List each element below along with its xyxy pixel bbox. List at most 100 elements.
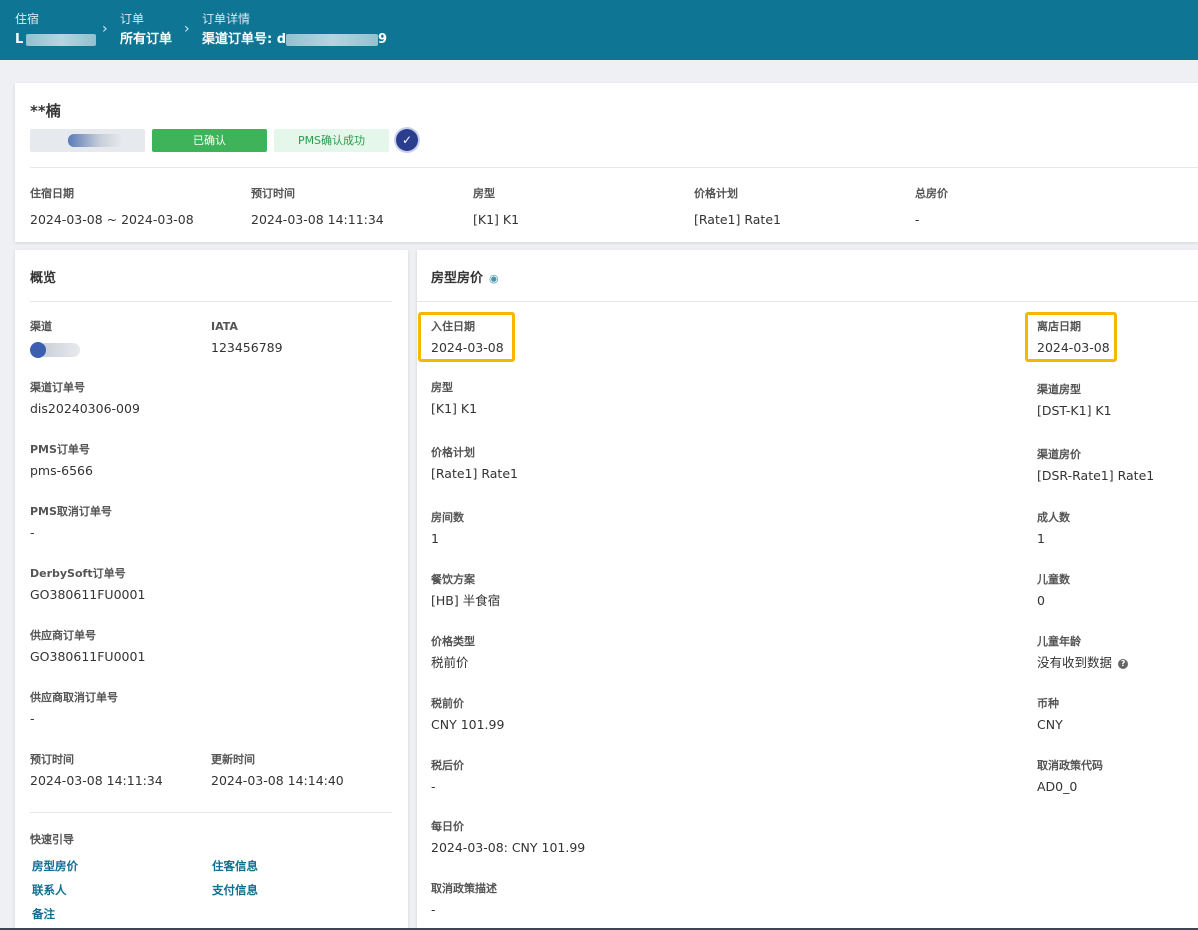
field-label: 币种 bbox=[1037, 697, 1059, 710]
field-label: 房型 bbox=[473, 187, 495, 200]
supplier-cancel-field: 供应商取消订单号 - bbox=[30, 691, 118, 727]
field-value: 2024-03-08 bbox=[1037, 340, 1110, 355]
field-label: 餐饮方案 bbox=[431, 573, 475, 586]
breadcrumb-orders[interactable]: 订单 所有订单 bbox=[120, 12, 172, 48]
field-label: IATA bbox=[211, 320, 238, 333]
pms-status-badge: PMS确认成功 bbox=[274, 129, 389, 152]
quick-link-guest-info[interactable]: 住客信息 bbox=[212, 858, 258, 874]
field-value: pms-6566 bbox=[30, 463, 93, 478]
field-label: 儿童年龄 bbox=[1037, 635, 1081, 648]
meal-plan-field: 餐饮方案 [HB] 半食宿 bbox=[431, 573, 500, 609]
field-label: 税后价 bbox=[431, 759, 464, 772]
field-label: 更新时间 bbox=[211, 753, 255, 766]
field-label: 取消政策代码 bbox=[1037, 759, 1103, 772]
field-label: 供应商订单号 bbox=[30, 629, 96, 642]
currency-field: 币种 CNY bbox=[1037, 697, 1063, 733]
field-value: CNY 101.99 bbox=[431, 717, 505, 732]
chevron-right-icon: › bbox=[184, 21, 190, 37]
field-value: 1 bbox=[431, 531, 439, 546]
breadcrumb-label: 订单详情 bbox=[202, 12, 251, 26]
redacted-text bbox=[26, 33, 97, 46]
field-label: 渠道订单号 bbox=[30, 381, 85, 394]
quick-link-contact[interactable]: 联系人 bbox=[32, 882, 67, 898]
field-value: 123456789 bbox=[211, 340, 283, 355]
after-tax-price-field: 税后价 - bbox=[431, 759, 464, 795]
field-label: 入住日期 bbox=[431, 320, 475, 333]
guest-name: **楠 bbox=[30, 102, 61, 120]
rate-plan-field: 价格计划 [Rate1] Rate1 bbox=[694, 185, 781, 227]
breadcrumb-label: 住宿 bbox=[15, 12, 40, 26]
field-value: - bbox=[915, 212, 920, 227]
field-value: 0 bbox=[1037, 593, 1045, 608]
field-label: 渠道房型 bbox=[1037, 383, 1081, 396]
status-badge-confirmed: 已确认 bbox=[152, 129, 267, 152]
field-label: DerbySoft订单号 bbox=[30, 567, 126, 580]
update-time-field: 更新时间 2024-03-08 14:14:40 bbox=[211, 753, 344, 789]
field-label: 总房价 bbox=[915, 187, 948, 200]
total-price-field: 总房价 - bbox=[915, 185, 948, 227]
field-label: PMS取消订单号 bbox=[30, 505, 112, 518]
redacted-logo bbox=[68, 134, 122, 147]
redacted-text bbox=[286, 33, 379, 46]
channel-logo bbox=[30, 340, 80, 362]
booking-time-field: 预订时间 2024-03-08 14:11:34 bbox=[30, 753, 163, 789]
chevron-right-icon: › bbox=[102, 21, 108, 37]
field-value: - bbox=[431, 779, 436, 794]
field-value: 没有收到数据? bbox=[1037, 655, 1129, 671]
quick-nav-title-text: 快速引导 bbox=[30, 833, 74, 846]
supplier-order-field: 供应商订单号 GO380611FU0001 bbox=[30, 629, 145, 665]
field-value: - bbox=[30, 525, 35, 540]
verified-check-icon[interactable]: ✓ bbox=[396, 129, 418, 151]
quick-link-room-rate[interactable]: 房型房价 bbox=[32, 858, 78, 874]
breadcrumb-value-suffix: 9 bbox=[378, 32, 388, 47]
pre-tax-price-field: 税前价 CNY 101.99 bbox=[431, 697, 504, 733]
eye-icon[interactable]: ◉ bbox=[489, 272, 499, 285]
field-label: 渠道房价 bbox=[1037, 448, 1081, 461]
field-label: 每日价 bbox=[431, 820, 464, 833]
quick-nav-title: 快速引导 bbox=[30, 833, 74, 847]
order-header-card: **楠 已确认 PMS确认成功 ✓ 住宿日期 2024-03-08 ~ 2024… bbox=[15, 83, 1198, 242]
divider bbox=[30, 812, 392, 813]
field-value: 2024-03-08 14:11:34 bbox=[30, 773, 163, 788]
adult-count-field: 成人数 1 bbox=[1037, 511, 1070, 547]
breadcrumb-order-detail: 订单详情 渠道订单号: d 9 bbox=[202, 12, 387, 48]
cancel-policy-code-field: 取消政策代码 AD0_0 bbox=[1037, 759, 1103, 795]
field-label: 房型 bbox=[431, 381, 453, 394]
field-value: 2024-03-08 14:11:34 bbox=[251, 212, 384, 227]
divider bbox=[30, 301, 392, 302]
field-value: 2024-03-08 ~ 2024-03-08 bbox=[30, 212, 194, 227]
stay-dates-field: 住宿日期 2024-03-08 ~ 2024-03-08 bbox=[30, 185, 194, 227]
breadcrumb-label: 订单 bbox=[120, 12, 145, 26]
field-value-text: 没有收到数据 bbox=[1037, 655, 1113, 670]
help-icon[interactable]: ? bbox=[1118, 659, 1129, 669]
field-value: 2024-03-08: CNY 101.99 bbox=[431, 840, 586, 855]
field-value: 2024-03-08 bbox=[431, 340, 504, 355]
channel-room-type-field: 渠道房型 [DST-K1] K1 bbox=[1037, 383, 1112, 419]
top-bar: 住宿 L › 订单 所有订单 › 订单详情 渠道订单号: d 9 bbox=[0, 0, 1198, 60]
breadcrumb-value: L bbox=[15, 32, 97, 48]
quick-link-payment-info[interactable]: 支付信息 bbox=[212, 882, 258, 898]
room-count-field: 房间数 1 bbox=[431, 511, 464, 547]
field-value: 2024-03-08 14:14:40 bbox=[211, 773, 344, 788]
checkout-date-field: 离店日期 2024-03-08 bbox=[1037, 320, 1110, 356]
checkin-date-field: 入住日期 2024-03-08 bbox=[431, 320, 504, 356]
field-label: 预订时间 bbox=[251, 187, 295, 200]
channel-order-field: 渠道订单号 dis20240306-009 bbox=[30, 381, 140, 417]
divider bbox=[417, 301, 1198, 302]
breadcrumb-accommodation[interactable]: 住宿 L bbox=[15, 12, 97, 48]
child-count-field: 儿童数 0 bbox=[1037, 573, 1070, 609]
room-type-field: 房型 [K1] K1 bbox=[473, 185, 519, 227]
field-label: 价格计划 bbox=[694, 187, 738, 200]
field-label: 价格计划 bbox=[431, 446, 475, 459]
room-rate-title-text: 房型房价 bbox=[431, 271, 484, 286]
iata-field: IATA 123456789 bbox=[211, 320, 283, 356]
field-label: PMS订单号 bbox=[30, 443, 90, 456]
field-label: 渠道 bbox=[30, 320, 52, 333]
divider bbox=[30, 167, 1198, 168]
quick-link-remarks[interactable]: 备注 bbox=[32, 906, 55, 922]
daily-price-field: 每日价 2024-03-08: CNY 101.99 bbox=[431, 820, 585, 856]
field-value: GO380611FU0001 bbox=[30, 649, 146, 664]
room-rate-card: 房型房价 ◉ 入住日期 2024-03-08 房型 [K1] K1 价格计划 [R… bbox=[417, 250, 1198, 930]
breadcrumb-value-prefix: 渠道订单号: d bbox=[202, 32, 287, 47]
overview-title: 概览 bbox=[30, 271, 57, 286]
